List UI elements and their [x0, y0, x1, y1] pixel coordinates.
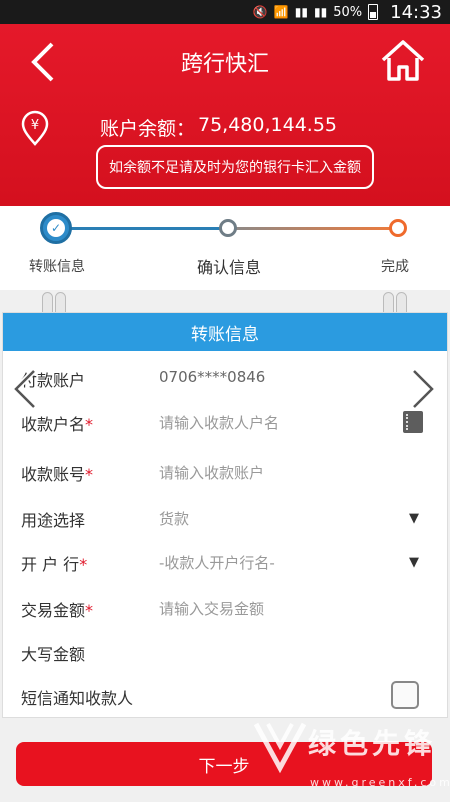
- required-mark: *: [85, 601, 94, 620]
- home-button[interactable]: [380, 38, 426, 84]
- row-bank-select[interactable]: 开 户 行* -收款人开户行名- ▼: [3, 543, 447, 583]
- step-label-confirm: 确认信息: [197, 258, 262, 277]
- required-mark: *: [85, 465, 94, 484]
- step-2-dot: [219, 219, 237, 237]
- payer-account-value: 0706****0846: [159, 368, 266, 386]
- amount-words-label: 大写金额: [21, 645, 86, 664]
- purpose-label: 用途选择: [21, 511, 86, 530]
- battery-icon: [368, 4, 379, 20]
- watermark-url: www.greenxf.com: [310, 776, 450, 789]
- chevron-right-icon[interactable]: [406, 368, 440, 410]
- dropdown-triangle-icon: ▼: [409, 555, 419, 570]
- balance-value: 75,480,144.55: [198, 114, 338, 136]
- balance-notice: 如余额不足请及时为您的银行卡汇入金额: [96, 145, 374, 189]
- step-label-done: 完成: [381, 259, 409, 275]
- watermark-logo-icon: [253, 722, 307, 774]
- step-line-done: [56, 227, 228, 230]
- required-mark: *: [79, 555, 88, 574]
- row-payee-account: 收款账号* 请输入收款账户: [3, 453, 447, 493]
- wifi-icon: 📶: [273, 5, 289, 19]
- amount-input[interactable]: 请输入交易金额: [159, 598, 264, 619]
- mute-icon: 🔇: [252, 5, 268, 19]
- payee-name-input[interactable]: 请输入收款人户名: [159, 412, 279, 433]
- row-payee-name: 收款户名* 请输入收款人户名: [3, 403, 447, 443]
- progress-stepper: ✓ 转账信息 确认信息 完成: [0, 206, 450, 290]
- step-line-pending: [228, 227, 398, 230]
- balance-label: 账户余额：: [100, 118, 196, 140]
- home-icon: [381, 40, 425, 81]
- row-sms-notify: 短信通知收款人: [3, 677, 447, 717]
- step-label-transfer: 转账信息: [29, 259, 85, 275]
- check-icon: ✓: [47, 219, 65, 237]
- row-purpose-select[interactable]: 用途选择 货款 ▼: [3, 499, 447, 539]
- row-amount: 交易金额* 请输入交易金额: [3, 589, 447, 629]
- bank-value: -收款人开户行名-: [159, 554, 275, 572]
- sms-notify-checkbox[interactable]: [391, 681, 419, 709]
- step-1-dot: ✓: [40, 212, 72, 244]
- required-mark: *: [85, 415, 94, 434]
- battery-percent: 50%: [333, 4, 363, 20]
- row-amount-words: 大写金额: [3, 633, 447, 673]
- card-heading: 转账信息: [3, 313, 447, 351]
- payee-account-label: 收款账号: [21, 465, 86, 484]
- bank-label: 开 户 行: [21, 555, 80, 574]
- balance-row: ¥ 账户余额： 75,480,144.55: [0, 110, 450, 146]
- contacts-book-icon[interactable]: [403, 411, 423, 433]
- purpose-value: 货款: [159, 510, 190, 528]
- location-money-icon: ¥: [21, 110, 49, 146]
- signal-icon: ▮▮: [294, 5, 308, 19]
- payee-name-label: 收款户名: [21, 415, 86, 434]
- clock: 14:33: [390, 1, 442, 23]
- transfer-info-card: 转账信息 付款账户 0706****0846 收款户名* 请输入收款人户名 收款…: [2, 312, 448, 718]
- amount-label: 交易金额: [21, 601, 86, 620]
- sms-notify-label: 短信通知收款人: [21, 689, 134, 708]
- svg-text:¥: ¥: [31, 118, 39, 133]
- watermark-text: 绿色先锋: [308, 727, 437, 760]
- status-bar: 🔇 📶 ▮▮ ▮▮ 50% 14:33: [0, 0, 450, 24]
- header: 跨行快汇 ¥ 账户余额： 75,480,144.55 如余额不足请及时为您的银行…: [0, 24, 450, 206]
- watermark: 绿色先锋 www.greenxf.com: [250, 714, 450, 802]
- signal-icon-2: ▮▮: [314, 5, 328, 19]
- dropdown-triangle-icon: ▼: [409, 511, 419, 526]
- step-3-dot: [389, 219, 407, 237]
- row-payer-account[interactable]: 付款账户 0706****0846: [3, 359, 447, 399]
- payee-account-input[interactable]: 请输入收款账户: [159, 462, 264, 483]
- chevron-left-icon[interactable]: [8, 368, 42, 410]
